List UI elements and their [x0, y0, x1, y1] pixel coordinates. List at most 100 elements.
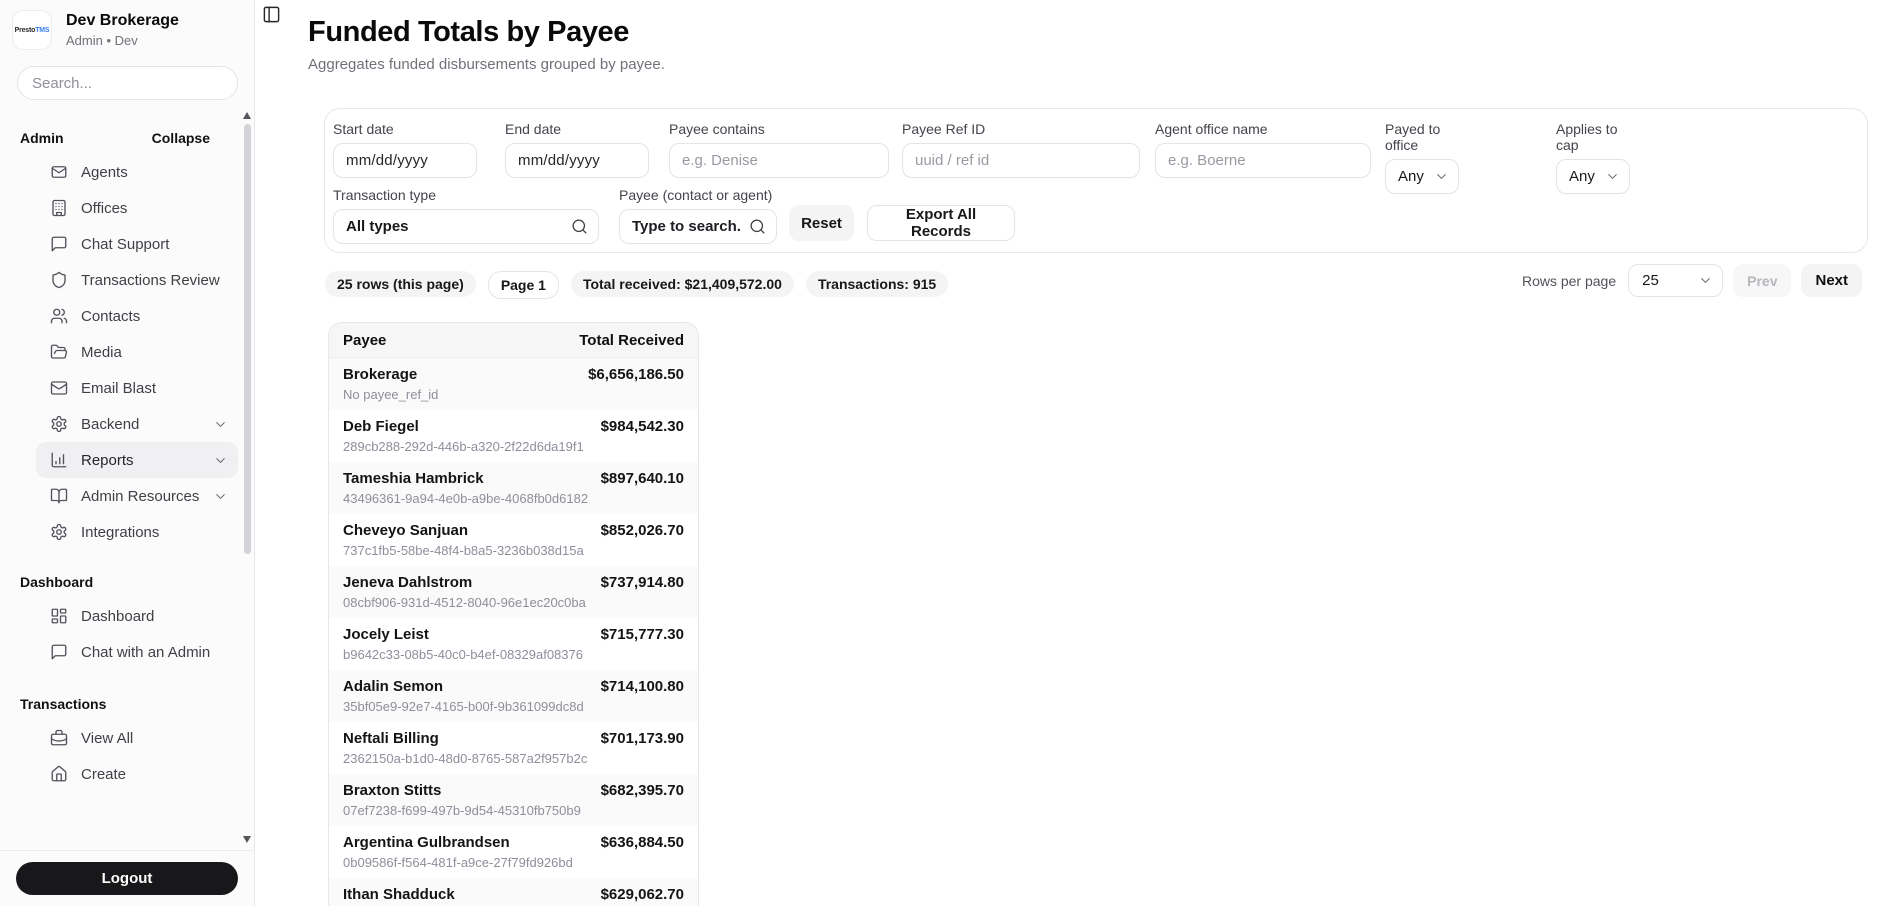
select-value: 25	[1642, 272, 1659, 289]
filters-card: Start date End date Payee contains Payee…	[324, 108, 1868, 253]
filter-start-date: Start date	[333, 121, 477, 178]
export-button[interactable]: Export All Records	[867, 205, 1015, 241]
column-header-payee: Payee	[343, 331, 387, 349]
table-row: Deb Fiegel 289cb288-292d-446b-a320-2f22d…	[329, 410, 698, 462]
applies-to-cap-select[interactable]: Any	[1556, 159, 1630, 194]
logout-button[interactable]: Logout	[16, 862, 238, 895]
total-received-cell: $701,173.90	[600, 730, 684, 747]
section-label-admin: Admin	[20, 130, 64, 146]
table-row: Cheveyo Sanjuan 737c1fb5-58be-48f4-b8a5-…	[329, 514, 698, 566]
gear-icon	[50, 415, 68, 433]
table-row: Jeneva Dahlstrom 08cbf906-931d-4512-8040…	[329, 566, 698, 618]
payed-to-office-select[interactable]: Any	[1385, 159, 1459, 194]
payee-cell: Brokerage No payee_ref_id	[343, 366, 438, 410]
transaction-type-input[interactable]	[333, 209, 599, 244]
start-date-input[interactable]	[333, 143, 477, 178]
total-received-cell: $682,395.70	[600, 782, 684, 799]
sidebar: PrestoTMS Dev Brokerage Admin • Dev Admi…	[0, 0, 255, 906]
chevron-down-icon	[1434, 169, 1449, 184]
chevron-down-icon	[213, 453, 228, 468]
payee-cell: Braxton Stitts 07ef7238-f699-497b-9d54-4…	[343, 782, 581, 826]
sidebar-item[interactable]: Email Blast	[36, 370, 238, 406]
rows-per-page-select[interactable]: 25	[1628, 264, 1724, 297]
filter-payee-ref-id: Payee Ref ID	[902, 121, 1140, 178]
sidebar-item[interactable]: Chat Support	[36, 226, 238, 262]
total-received-cell: $629,062.70	[600, 886, 684, 903]
agent-office-input[interactable]	[1155, 143, 1371, 178]
scroll-up-arrow[interactable]	[243, 112, 251, 119]
payee-name: Brokerage	[343, 366, 418, 383]
table-row: Neftali Billing 2362150a-b1d0-48d0-8765-…	[329, 722, 698, 774]
filter-label: Payee Ref ID	[902, 121, 986, 137]
filter-transaction-type: Transaction type	[333, 187, 599, 244]
logo-text: Presto	[14, 26, 36, 34]
sidebar-item[interactable]: Offices	[36, 190, 238, 226]
logo-text-accent: TMS	[35, 26, 50, 34]
sidebar-item[interactable]: Admin Resources	[36, 478, 238, 514]
grid-icon	[50, 607, 68, 625]
sidebar-item-label: Chat with an Admin	[81, 643, 211, 661]
payee-name: Neftali Billing	[343, 730, 439, 747]
table-row: Tameshia Hambrick 43496361-9a94-4e0b-a9b…	[329, 462, 698, 514]
table-header: Payee Total Received	[329, 323, 698, 358]
brand-subtitle: Admin • Dev	[66, 33, 138, 48]
sidebar-item-label: Dashboard	[81, 607, 155, 625]
total-received-cell: $737,914.80	[600, 574, 684, 591]
sidebar-item[interactable]: Reports	[36, 442, 238, 478]
total-received-cell: $6,656,186.50	[588, 366, 684, 383]
filter-label: Payee (contact or agent)	[619, 187, 773, 203]
end-date-input[interactable]	[505, 143, 649, 178]
filter-end-date: End date	[505, 121, 649, 178]
dashboard-nav: Dashboard Chat with an Admin	[36, 598, 238, 670]
sidebar-item-label: Agents	[81, 163, 128, 181]
total-received-cell: $897,640.10	[600, 470, 684, 487]
scroll-down-arrow[interactable]	[243, 836, 251, 843]
filter-payee-search: Payee (contact or agent)	[619, 187, 777, 244]
summary-badge: 25 rows (this page)	[325, 271, 476, 297]
sidebar-item[interactable]: Contacts	[36, 298, 238, 334]
chat-icon	[50, 235, 68, 253]
payee-contains-input[interactable]	[669, 143, 889, 178]
prev-page-button[interactable]: Prev	[1733, 264, 1792, 297]
payee-name: Jocely Leist	[343, 626, 429, 643]
sidebar-item[interactable]: Create	[36, 756, 238, 792]
payee-cell: Argentina Gulbrandsen 0b09586f-f564-481f…	[343, 834, 573, 878]
table-row: Argentina Gulbrandsen 0b09586f-f564-481f…	[329, 826, 698, 878]
payee-cell: Neftali Billing 2362150a-b1d0-48d0-8765-…	[343, 730, 587, 774]
reset-button[interactable]: Reset	[789, 205, 854, 241]
collapse-button[interactable]: Collapse	[152, 130, 210, 146]
sidebar-item[interactable]: Backend	[36, 406, 238, 442]
filter-label: Payee contains	[669, 121, 765, 137]
sidebar-item[interactable]: Media	[36, 334, 238, 370]
sidebar-item[interactable]: Integrations	[36, 514, 238, 550]
filter-label: Agent office name	[1155, 121, 1268, 137]
sidebar-toggle-icon[interactable]	[262, 5, 281, 24]
payee-ref-id-input[interactable]	[902, 143, 1140, 178]
sidebar-item[interactable]: Chat with an Admin	[36, 634, 238, 670]
filter-payed-to-office: Payed to office Any	[1385, 121, 1459, 194]
sidebar-scrollbar[interactable]	[244, 124, 251, 554]
admin-section-header: Admin Collapse	[0, 130, 254, 146]
payee-cell: Jeneva Dahlstrom 08cbf906-931d-4512-8040…	[343, 574, 586, 618]
payee-ref-id: No payee_ref_id	[343, 387, 439, 402]
chevron-down-icon	[1605, 169, 1620, 184]
sidebar-search-input[interactable]	[17, 66, 238, 100]
payee-cell: Adalin Semon 35bf05e9-92e7-4165-b00f-9b3…	[343, 678, 584, 722]
next-page-button[interactable]: Next	[1801, 264, 1862, 297]
transactions-section-header: Transactions	[0, 696, 254, 712]
rows-per-page-label: Rows per page	[1521, 272, 1617, 289]
section-label-dashboard: Dashboard	[20, 574, 94, 590]
total-received-cell: $714,100.80	[600, 678, 684, 695]
payee-cell: Jocely Leist b9642c33-08b5-40c0-b4ef-083…	[343, 626, 583, 670]
sidebar-item-label: View All	[81, 729, 134, 747]
chevron-down-icon	[213, 489, 228, 504]
sidebar-item[interactable]: View All	[36, 720, 238, 756]
sidebar-item[interactable]: Transactions Review	[36, 262, 238, 298]
sidebar-item-label: Offices	[81, 199, 128, 217]
payee-name: Tameshia Hambrick	[343, 470, 484, 487]
sidebar-item[interactable]: Dashboard	[36, 598, 238, 634]
payee-cell: Deb Fiegel 289cb288-292d-446b-a320-2f22d…	[343, 418, 584, 462]
summary-badges: 25 rows (this page) Page 1 Total receive…	[325, 271, 949, 299]
filter-label: Payed to office	[1385, 121, 1441, 153]
sidebar-item[interactable]: Agents	[36, 154, 238, 190]
